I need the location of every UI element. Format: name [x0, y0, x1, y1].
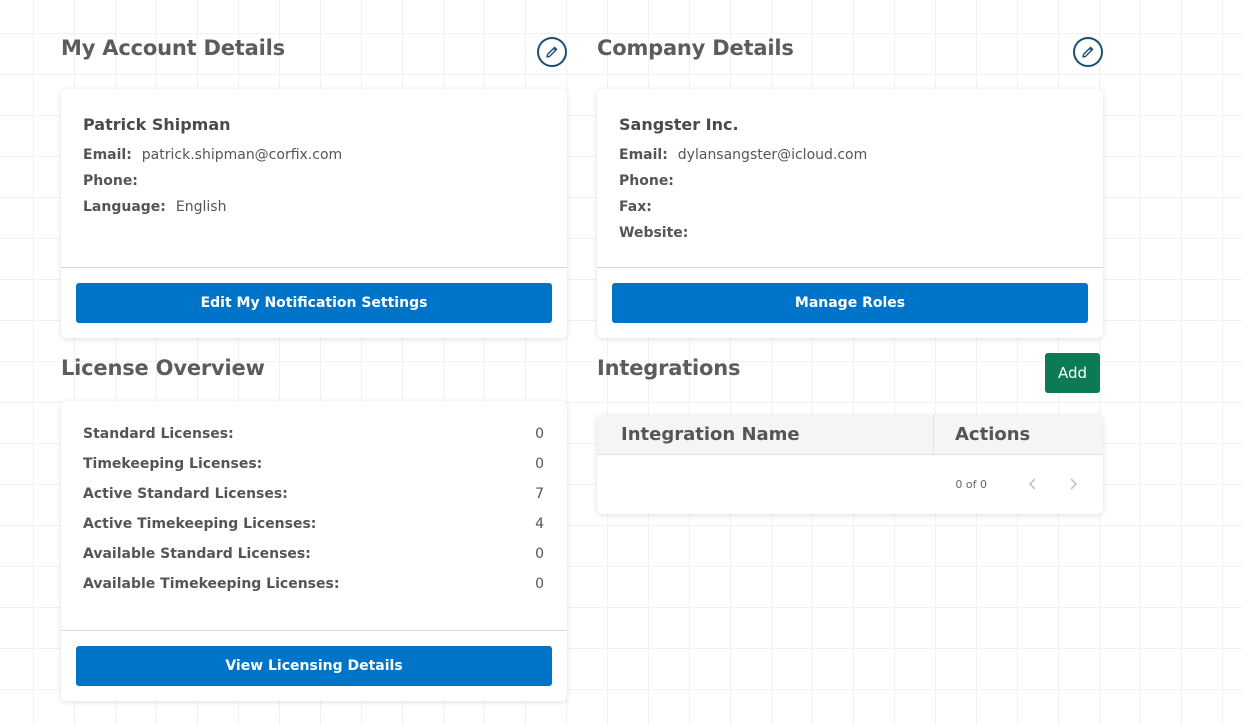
- integrations-table: Integration Name Actions 0 of 0: [597, 415, 1103, 514]
- pencil-icon: [1082, 46, 1094, 58]
- fax-label: Fax:: [619, 199, 652, 215]
- table-header: Integration Name Actions: [597, 415, 1103, 455]
- company-website-row: Website:: [619, 220, 1081, 246]
- account-email-value: patrick.shipman@corfix.com: [141, 147, 343, 163]
- chevron-right-icon[interactable]: [1063, 474, 1083, 494]
- license-row: Available Standard Licenses: 0: [83, 541, 545, 571]
- license-label: Standard Licenses:: [83, 426, 234, 442]
- company-card: Sangster Inc. Email: dylansangster@icloud…: [597, 89, 1103, 338]
- license-label: Active Standard Licenses:: [83, 486, 288, 502]
- company-email-row: Email: dylansangster@icloud.com: [619, 142, 1081, 168]
- edit-company-button[interactable]: [1073, 37, 1103, 67]
- license-value: 0: [535, 576, 544, 592]
- edit-notification-settings-button[interactable]: Edit My Notification Settings: [76, 283, 552, 323]
- email-label: Email:: [619, 147, 668, 163]
- account-language-value: English: [175, 199, 227, 215]
- pagination-count: 0 of 0: [955, 477, 987, 491]
- column-header-actions[interactable]: Actions: [934, 415, 1030, 454]
- account-card-footer: Edit My Notification Settings: [61, 267, 567, 338]
- license-card-footer: View Licensing Details: [61, 630, 567, 701]
- column-header-integration-name[interactable]: Integration Name: [597, 415, 934, 454]
- manage-roles-button[interactable]: Manage Roles: [612, 283, 1088, 323]
- license-label: Available Timekeeping Licenses:: [83, 576, 340, 592]
- license-value: 4: [535, 516, 544, 532]
- license-row: Active Timekeeping Licenses: 4: [83, 511, 545, 541]
- company-fax-row: Fax:: [619, 194, 1081, 220]
- account-section-title: My Account Details: [61, 36, 285, 60]
- email-label: Email:: [83, 147, 132, 163]
- language-label: Language:: [83, 199, 166, 215]
- license-row: Active Standard Licenses: 7: [83, 481, 545, 511]
- company-phone-row: Phone:: [619, 168, 1081, 194]
- integrations-section-title: Integrations: [597, 356, 741, 380]
- account-email-row: Email: patrick.shipman@corfix.com: [83, 142, 545, 168]
- phone-label: Phone:: [83, 173, 138, 189]
- company-section-title: Company Details: [597, 36, 794, 60]
- table-pagination: 0 of 0: [597, 455, 1103, 513]
- license-label: Timekeeping Licenses:: [83, 456, 263, 472]
- account-phone-row: Phone:: [83, 168, 545, 194]
- license-value: 0: [535, 546, 544, 562]
- license-label: Available Standard Licenses:: [83, 546, 311, 562]
- view-licensing-details-button[interactable]: View Licensing Details: [76, 646, 552, 686]
- license-label: Active Timekeeping Licenses:: [83, 516, 317, 532]
- add-integration-button[interactable]: Add: [1045, 353, 1100, 393]
- edit-account-button[interactable]: [537, 37, 567, 67]
- license-card: Standard Licenses: 0 Timekeeping License…: [61, 401, 567, 701]
- company-name: Sangster Inc.: [619, 115, 739, 134]
- phone-label: Phone:: [619, 173, 674, 189]
- account-card: Patrick Shipman Email: patrick.shipman@co…: [61, 89, 567, 338]
- chevron-left-icon[interactable]: [1023, 474, 1043, 494]
- account-name: Patrick Shipman: [83, 115, 231, 134]
- license-value: 7: [535, 486, 544, 502]
- license-section-title: License Overview: [61, 356, 265, 380]
- license-row: Available Timekeeping Licenses: 0: [83, 571, 545, 601]
- website-label: Website:: [619, 225, 689, 241]
- company-email-value: dylansangster@icloud.com: [677, 147, 868, 163]
- company-card-footer: Manage Roles: [597, 267, 1103, 338]
- pencil-icon: [546, 46, 558, 58]
- license-value: 0: [535, 456, 544, 472]
- license-row: Timekeeping Licenses: 0: [83, 451, 545, 481]
- license-value: 0: [535, 426, 544, 442]
- license-row: Standard Licenses: 0: [83, 421, 545, 451]
- account-language-row: Language: English: [83, 194, 545, 220]
